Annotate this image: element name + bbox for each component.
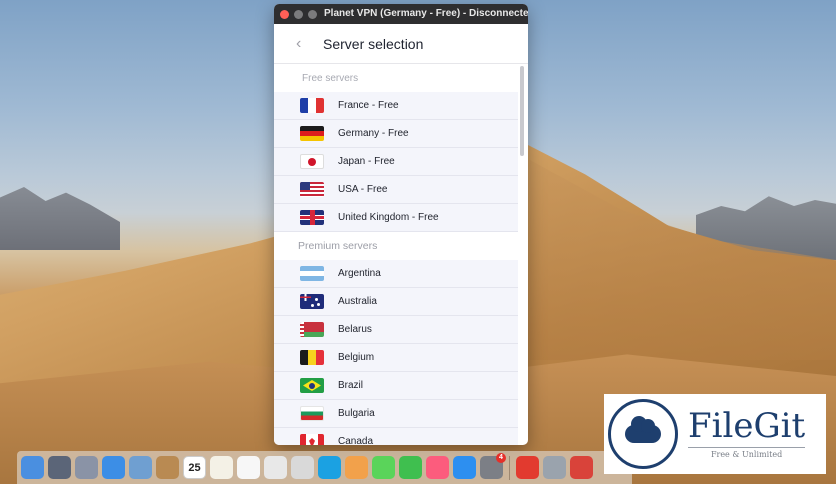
server-name: USA - Free <box>338 184 388 195</box>
system-preferences-icon[interactable]: 4 <box>480 453 506 479</box>
maximize-window-button[interactable] <box>308 9 317 19</box>
dock: 25 4 <box>17 451 632 484</box>
server-row-gb[interactable]: United Kingdom - Free <box>274 204 518 232</box>
facetime-icon[interactable] <box>399 456 422 479</box>
window-title: Planet VPN (Germany - Free) - Disconnect… <box>324 8 528 19</box>
safari-icon[interactable] <box>102 456 125 479</box>
back-chevron-icon[interactable]: ‹ <box>296 35 316 53</box>
close-window-button[interactable] <box>280 9 289 19</box>
music-icon[interactable] <box>426 456 449 479</box>
finder-icon[interactable] <box>21 456 44 479</box>
jp-flag-icon <box>300 154 324 169</box>
gb-flag-icon <box>300 210 324 225</box>
server-name: Argentina <box>338 268 381 279</box>
ca-flag-icon <box>300 434 324 445</box>
server-name: Japan - Free <box>338 156 395 167</box>
premium-servers-heading: Premium servers <box>274 232 528 260</box>
preview-icon[interactable] <box>129 456 152 479</box>
minimize-window-button[interactable] <box>294 9 303 19</box>
notes-paper-icon[interactable] <box>210 456 233 479</box>
server-row-bg[interactable]: Bulgaria <box>274 400 518 428</box>
server-row-fr[interactable]: France - Free <box>274 92 518 120</box>
vpn-window: Planet VPN (Germany - Free) - Disconnect… <box>274 4 528 445</box>
notes-icon[interactable] <box>156 456 179 479</box>
au-flag-icon <box>300 294 324 309</box>
chrome-icon[interactable] <box>264 456 287 479</box>
filegit-watermark: FileGit Free & Unlimited <box>604 394 826 474</box>
background-mountains-left <box>0 187 120 250</box>
server-name: Belarus <box>338 324 372 335</box>
server-row-by[interactable]: Belarus <box>274 316 518 344</box>
cloud-icon <box>625 416 661 443</box>
watermark-tagline: Free & Unlimited <box>688 447 806 459</box>
server-name: Brazil <box>338 380 364 391</box>
reminders-icon[interactable] <box>237 456 260 479</box>
planet-vpn-icon[interactable] <box>516 456 539 479</box>
server-name: Australia <box>338 296 377 307</box>
server-name: France - Free <box>338 100 399 111</box>
launchpad-icon[interactable] <box>48 456 71 479</box>
photos-icon[interactable] <box>345 456 368 479</box>
red-app-icon[interactable] <box>570 456 593 479</box>
server-name: Belgium <box>338 352 375 363</box>
br-flag-icon <box>300 378 324 393</box>
server-row-us[interactable]: USA - Free <box>274 176 518 204</box>
messages-icon[interactable] <box>372 456 395 479</box>
scrollbar-thumb[interactable] <box>520 66 524 156</box>
tools-icon[interactable] <box>291 456 314 479</box>
calendar-icon[interactable]: 25 <box>183 456 206 479</box>
server-name: United Kingdom - Free <box>338 212 439 223</box>
server-list[interactable]: Free servers France - Free Germany - Free… <box>274 64 528 445</box>
by-flag-icon <box>300 322 324 337</box>
filegit-logo-icon <box>608 399 678 469</box>
server-row-de[interactable]: Germany - Free <box>274 120 518 148</box>
de-flag-icon <box>300 126 324 141</box>
free-servers-heading: Free servers <box>274 64 528 92</box>
server-row-ar[interactable]: Argentina <box>274 260 518 288</box>
server-row-jp[interactable]: Japan - Free <box>274 148 518 176</box>
notification-badge: 4 <box>496 453 506 463</box>
server-name: Germany - Free <box>338 128 409 139</box>
dock-separator <box>509 455 510 480</box>
watermark-brand: FileGit <box>688 406 806 446</box>
app-store-icon[interactable] <box>453 456 476 479</box>
bg-flag-icon <box>300 406 324 421</box>
be-flag-icon <box>300 350 324 365</box>
server-row-ca[interactable]: Canada <box>274 428 518 445</box>
server-row-br[interactable]: Brazil <box>274 372 518 400</box>
skype-icon[interactable] <box>318 456 341 479</box>
server-row-be[interactable]: Belgium <box>274 344 518 372</box>
server-name: Canada <box>338 436 374 445</box>
image-capture-icon[interactable] <box>543 456 566 479</box>
title-bar[interactable]: Planet VPN (Germany - Free) - Disconnect… <box>274 4 528 24</box>
rocket-icon[interactable] <box>75 456 98 479</box>
us-flag-icon <box>300 182 324 197</box>
fr-flag-icon <box>300 98 324 113</box>
background-dune-shadow <box>530 160 836 360</box>
server-name: Bulgaria <box>338 408 375 419</box>
server-row-au[interactable]: Australia <box>274 288 518 316</box>
page-header: ‹ Server selection <box>274 24 528 64</box>
page-title: Server selection <box>323 35 424 52</box>
ar-flag-icon <box>300 266 324 281</box>
